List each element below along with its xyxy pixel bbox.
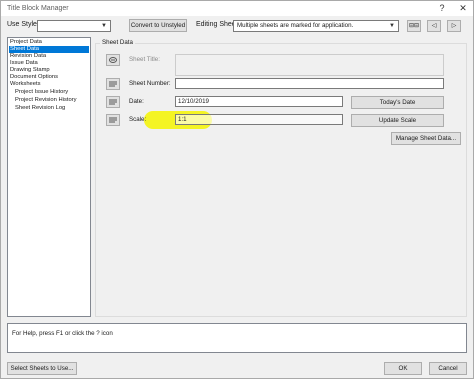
tree-item-project-revision-history[interactable]: Project Revision History <box>14 97 77 104</box>
titlebar: Title Block Manager ? ✕ <box>1 1 473 16</box>
close-icon[interactable]: ✕ <box>456 2 470 14</box>
status-help-box: For Help, press F1 or click the ? icon <box>7 323 467 353</box>
tree-item-sheet-revision-log[interactable]: Sheet Revision Log <box>14 105 65 112</box>
cancel-button[interactable]: Cancel <box>429 362 467 375</box>
date-edit-icon[interactable] <box>106 96 120 108</box>
todays-date-button[interactable]: Today's Date <box>351 96 444 109</box>
manage-sheet-data-button[interactable]: Manage Sheet Data... <box>391 132 461 145</box>
previous-sheet-icon[interactable]: ◁ <box>427 20 441 32</box>
update-scale-button[interactable]: Update Scale <box>351 114 444 127</box>
tree-item-issue-data[interactable]: Issue Data <box>9 60 38 67</box>
chevron-down-icon: ▼ <box>101 23 107 29</box>
sheet-data-group-title: Sheet Data <box>100 39 135 46</box>
tree-item-revision-data[interactable]: Revision Data <box>9 53 46 60</box>
scale-input[interactable]: 1:1 <box>175 114 343 125</box>
editing-sheet-value: Multiple sheets are marked for applicati… <box>237 22 354 29</box>
date-label: Date: <box>129 98 144 105</box>
help-icon[interactable]: ? <box>435 2 449 14</box>
sheet-list-icon[interactable]: ⊟⊟ <box>407 20 421 32</box>
sheet-number-label: Sheet Number: <box>129 80 171 87</box>
next-sheet-icon[interactable]: ▷ <box>447 20 461 32</box>
sheet-title-input[interactable] <box>175 54 444 76</box>
use-style-label: Use Style: <box>7 21 39 28</box>
category-tree[interactable]: Project Data Sheet Data Revision Data Is… <box>7 37 91 317</box>
tree-item-document-options[interactable]: Document Options <box>9 74 58 81</box>
ok-button[interactable]: OK <box>384 362 422 375</box>
scale-edit-icon[interactable] <box>106 114 120 126</box>
use-style-dropdown[interactable]: ▼ <box>37 20 111 32</box>
sheet-title-label: Sheet Title: <box>129 56 160 63</box>
select-sheets-button[interactable]: Select Sheets to Use... <box>7 362 77 375</box>
sheet-number-input[interactable] <box>175 78 444 89</box>
tree-item-worksheets[interactable]: Worksheets <box>9 81 41 88</box>
editing-sheet-dropdown[interactable]: Multiple sheets are marked for applicati… <box>233 20 399 32</box>
date-input[interactable]: 12/10/2019 <box>175 96 343 107</box>
tree-item-project-issue-history[interactable]: Project Issue History <box>14 89 68 96</box>
window-title: Title Block Manager <box>7 5 69 12</box>
sheet-title-link-icon[interactable] <box>106 54 120 66</box>
tree-item-sheet-data[interactable]: Sheet Data <box>9 46 89 53</box>
toolbar: Use Style: ▼ Convert to Unstyled Editing… <box>1 17 473 35</box>
chevron-down-icon: ▼ <box>389 23 395 29</box>
tree-item-project-data[interactable]: Project Data <box>9 39 42 46</box>
title-block-manager-dialog: Title Block Manager ? ✕ Use Style: ▼ Con… <box>0 0 474 379</box>
sheet-number-edit-icon[interactable] <box>106 78 120 90</box>
tree-item-drawing-stamp[interactable]: Drawing Stamp <box>9 67 50 74</box>
convert-to-unstyled-button[interactable]: Convert to Unstyled <box>129 19 187 32</box>
status-help-text: For Help, press F1 or click the ? icon <box>12 330 113 337</box>
scale-label: Scale: <box>129 116 147 123</box>
